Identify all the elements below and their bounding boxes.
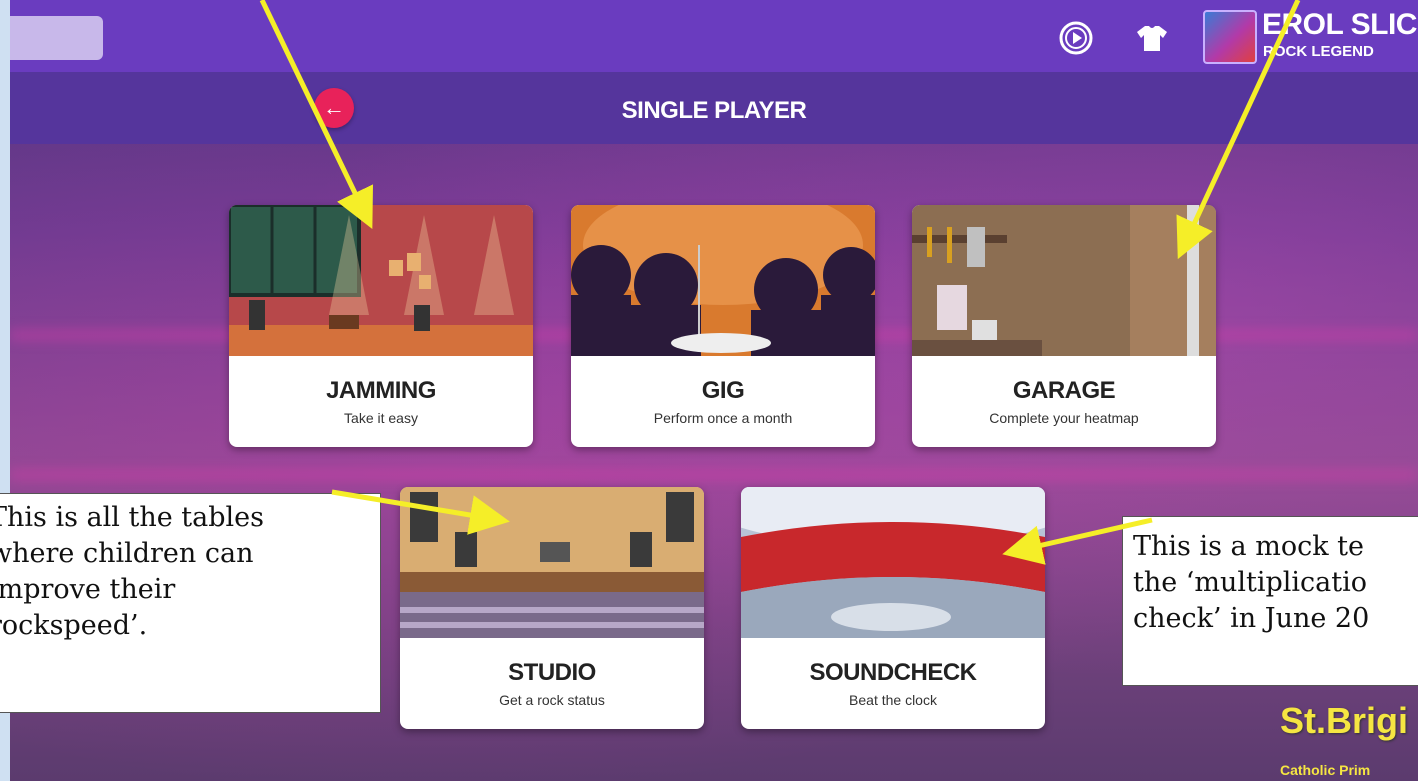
soundcheck-scene [741,487,1045,638]
annotation-line: rockspeed’. [0,610,148,641]
mode-card-jamming[interactable]: JAMMING Take it easy [229,205,533,447]
school-watermark: St.Brigi [1280,700,1409,741]
card-title: GARAGE [1012,377,1116,404]
jamming-scene [229,205,533,356]
logo-placeholder[interactable] [10,16,103,60]
card-title: GIG [701,377,745,404]
tshirt-icon[interactable] [1134,20,1170,56]
annotation-line: improve their [0,574,176,605]
studio-scene [400,487,704,638]
avatar[interactable] [1203,10,1257,64]
annotation-line: the ‘multiplicatio [1133,567,1368,598]
annotation-line: This is a mock te [1133,531,1364,562]
background-glow [10,470,1418,480]
garage-scene [912,205,1216,356]
play-circle-icon[interactable] [1058,20,1094,56]
card-subtitle: Beat the clock [849,692,937,708]
annotation-line: where children can [0,538,254,569]
mode-card-gig[interactable]: GIG Perform once a month [571,205,875,447]
card-title: JAMMING [326,377,436,404]
card-subtitle: Take it easy [344,410,418,426]
card-subtitle: Get a rock status [499,692,605,708]
page-title: SINGLE PLAYER [621,97,807,124]
annotation-line: check’ in June 20 [1133,603,1370,634]
mode-card-studio[interactable]: STUDIO Get a rock status [400,487,704,729]
card-subtitle: Perform once a month [653,410,793,426]
user-name: EROL SLICK [1262,8,1418,41]
annotation-right: This is a mock te the ‘multiplicatio che… [1122,516,1418,686]
user-title: ROCK LEGEND [1263,43,1374,60]
gig-scene [571,205,875,356]
school-watermark-sub: Catholic Prim [1280,762,1371,778]
card-title: STUDIO [508,659,596,686]
mode-card-soundcheck[interactable]: SOUNDCHECK Beat the clock [741,487,1045,729]
mode-card-garage[interactable]: GARAGE Complete your heatmap [912,205,1216,447]
annotation-left: This is all the tables where children ca… [0,493,381,713]
card-subtitle: Complete your heatmap [989,410,1139,426]
card-title: SOUNDCHECK [809,659,977,686]
top-bar: EROL SLICK ROCK LEGEND [10,0,1418,72]
annotation-line: This is all the tables [0,502,264,533]
